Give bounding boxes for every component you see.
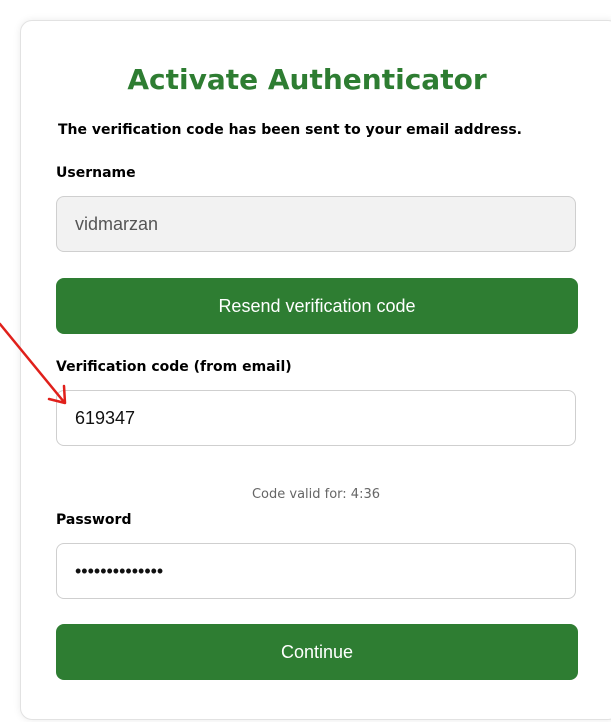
password-field[interactable]: ••••••••••••••: [56, 543, 576, 599]
password-label: Password: [56, 512, 132, 528]
page-title: Activate Authenticator: [127, 63, 487, 96]
activate-authenticator-card: Activate Authenticator The verification …: [20, 20, 611, 720]
password-masked-value: ••••••••••••••: [75, 561, 164, 581]
code-validity-timer: Code valid for: 4:36: [251, 487, 381, 502]
username-value: vidmarzan: [75, 214, 159, 234]
continue-button[interactable]: Continue: [56, 624, 578, 680]
resend-verification-code-button[interactable]: Resend verification code: [56, 278, 578, 334]
username-label: Username: [56, 165, 136, 181]
verification-sent-message: The verification code has been sent to y…: [58, 122, 522, 138]
screen: Activate Authenticator The verification …: [0, 0, 611, 722]
verification-code-field[interactable]: 619347: [56, 390, 576, 446]
username-field[interactable]: vidmarzan: [56, 196, 576, 252]
verification-code-value: 619347: [75, 408, 136, 428]
verification-code-label: Verification code (from email): [56, 359, 292, 375]
